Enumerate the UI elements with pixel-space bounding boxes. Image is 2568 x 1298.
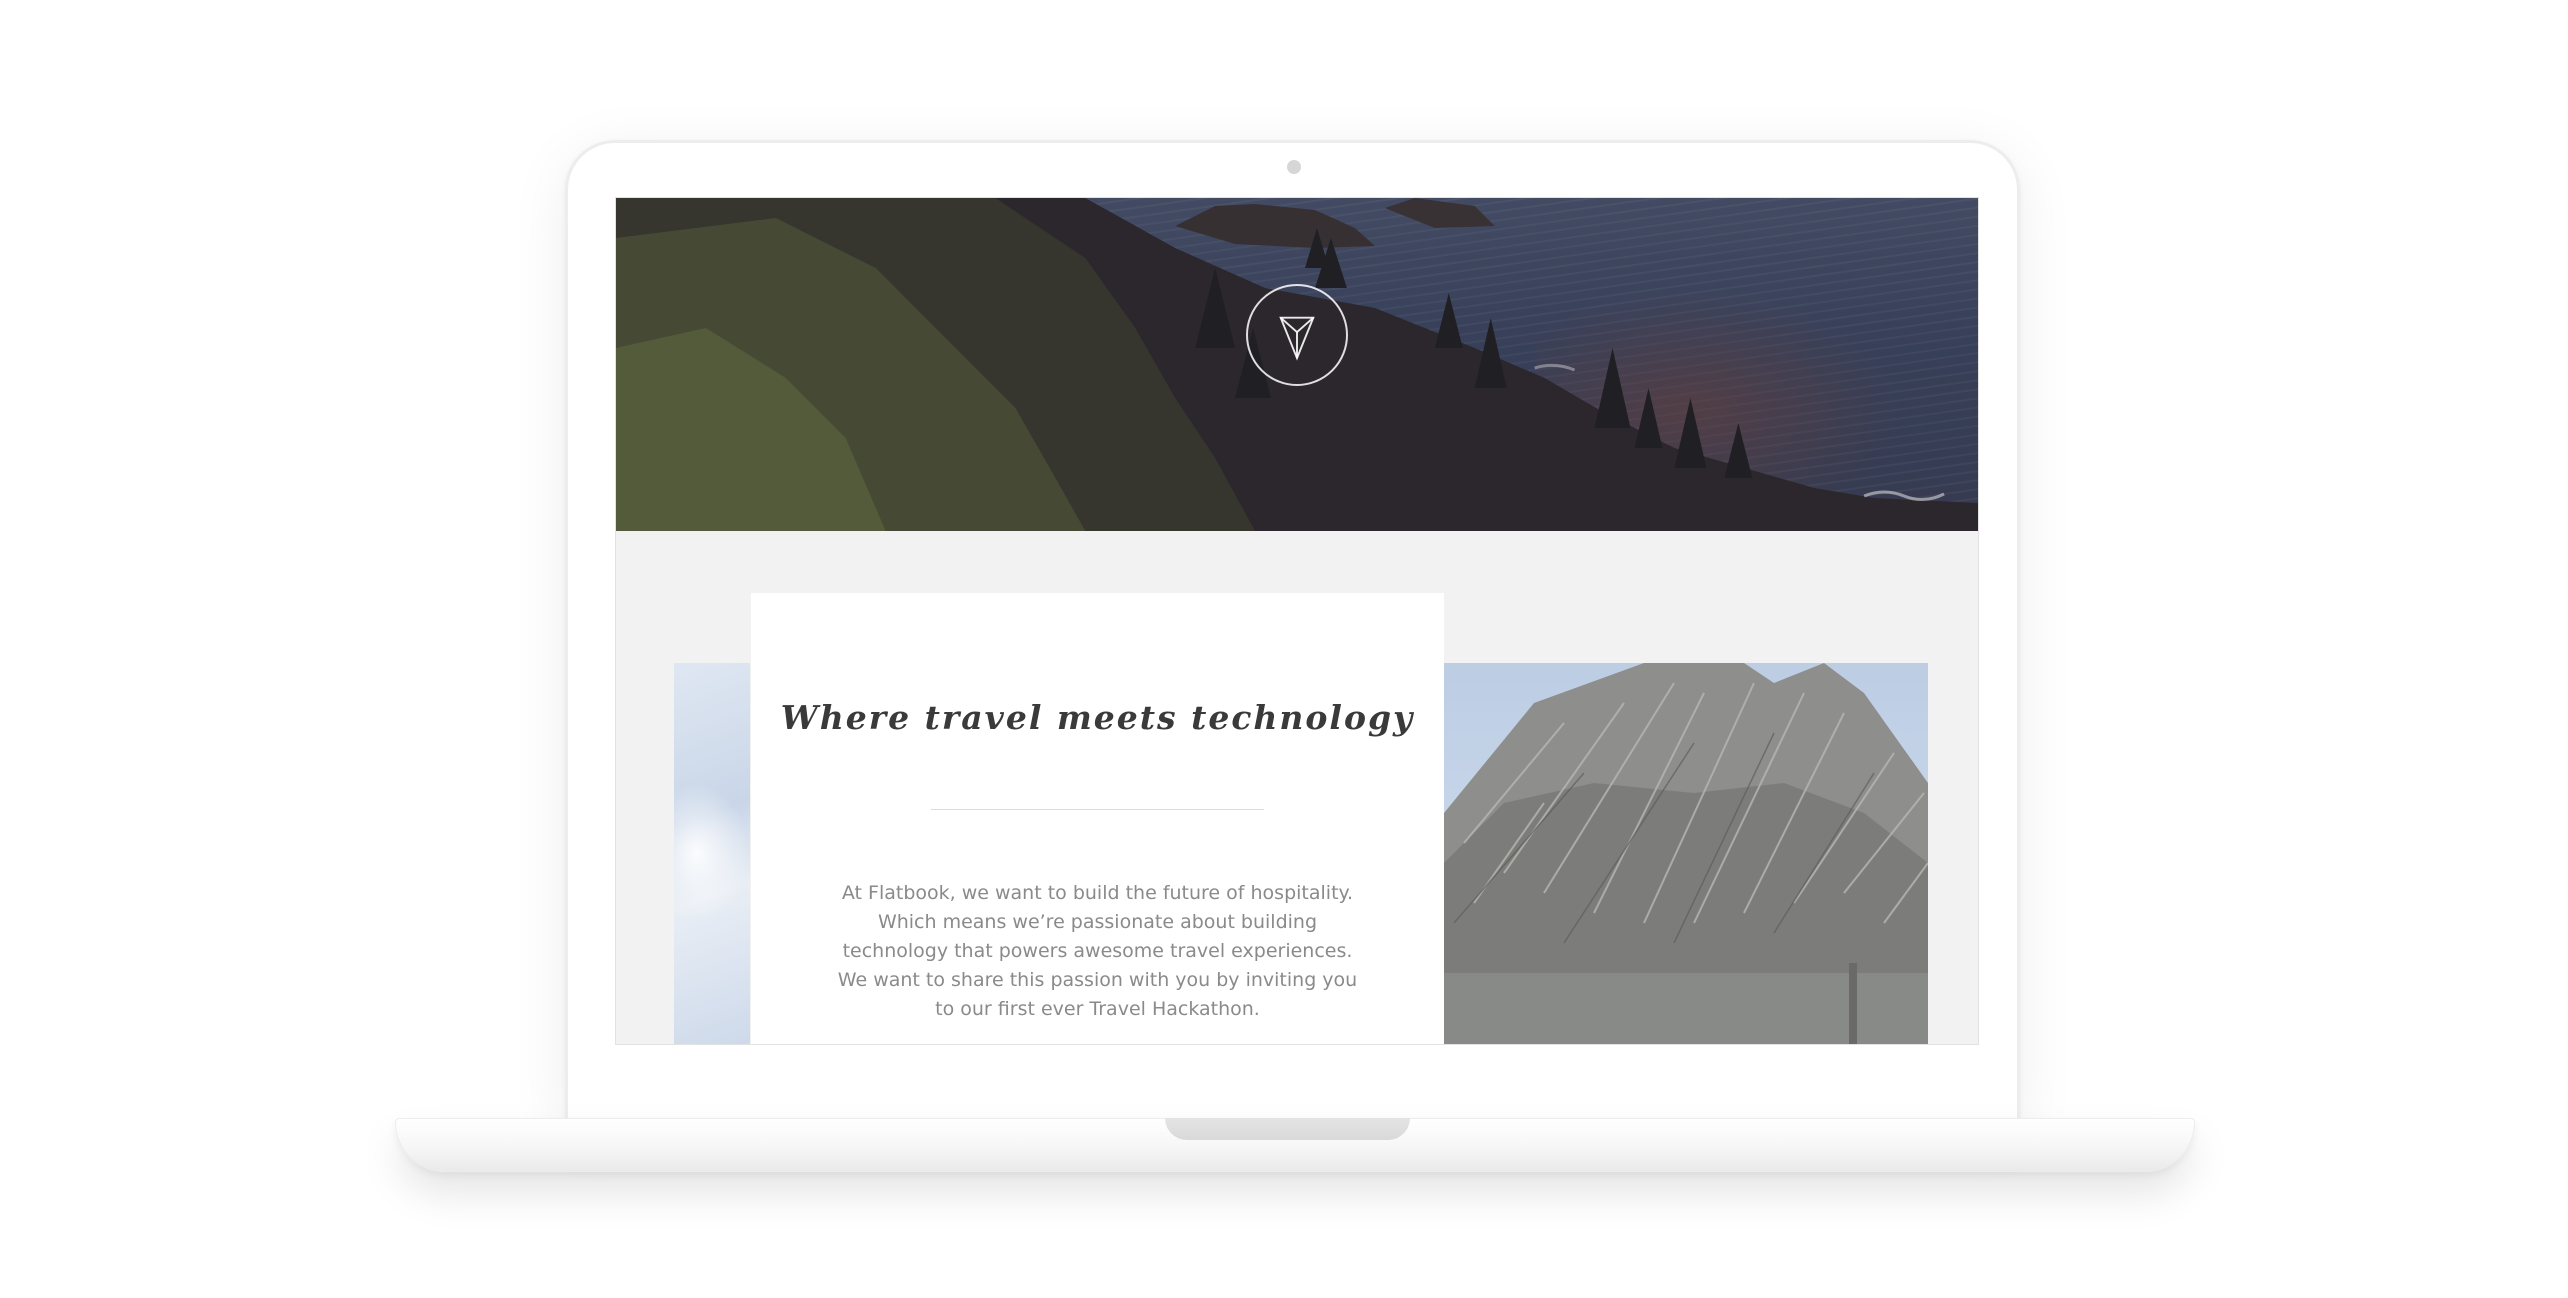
hero-banner <box>616 198 1978 531</box>
laptop-screen: Where travel meets technology At Flatboo… <box>615 197 1979 1045</box>
intro-title: Where travel meets technology <box>780 698 1415 737</box>
camera-dot <box>1287 160 1301 174</box>
laptop-notch <box>1165 1118 1410 1140</box>
title-divider <box>931 809 1264 810</box>
thatched-hut-photo <box>1444 663 1928 1044</box>
intro-body-text: At Flatbook, we want to build the future… <box>837 882 1358 1020</box>
intro-card: Where travel meets technology At Flatboo… <box>751 593 1444 1044</box>
sky-photo <box>674 663 750 1044</box>
paper-plane-logo-icon[interactable] <box>1246 284 1348 386</box>
